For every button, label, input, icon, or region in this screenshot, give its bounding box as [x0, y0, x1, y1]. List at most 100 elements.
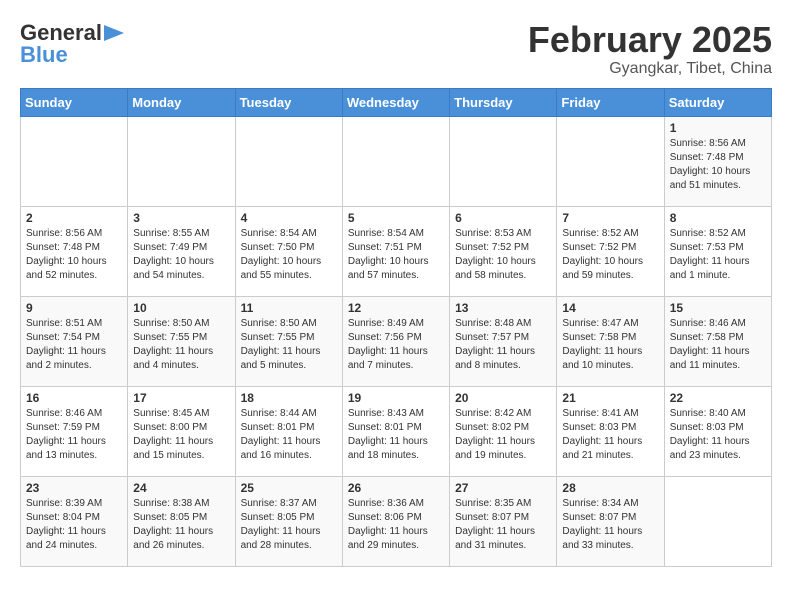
day-info: Sunrise: 8:47 AM Sunset: 7:58 PM Dayligh… [562, 317, 658, 373]
month-title: February 2025 [528, 20, 772, 60]
day-info: Sunrise: 8:34 AM Sunset: 8:07 PM Dayligh… [562, 497, 658, 553]
calendar-cell: 27 Sunrise: 8:35 AM Sunset: 8:07 PM Dayli… [450, 476, 557, 566]
calendar-cell [557, 116, 664, 206]
calendar-cell: 2 Sunrise: 8:56 AM Sunset: 7:48 PM Daylig… [21, 206, 128, 296]
day-number: 6 [455, 211, 551, 225]
calendar-cell: 23 Sunrise: 8:39 AM Sunset: 8:04 PM Dayli… [21, 476, 128, 566]
weekday-header-tuesday: Tuesday [235, 88, 342, 116]
day-number: 3 [133, 211, 229, 225]
weekday-header-row: SundayMondayTuesdayWednesdayThursdayFrid… [21, 88, 772, 116]
calendar-week-5: 23 Sunrise: 8:39 AM Sunset: 8:04 PM Dayli… [21, 476, 772, 566]
day-info: Sunrise: 8:35 AM Sunset: 8:07 PM Dayligh… [455, 497, 551, 553]
calendar-table: SundayMondayTuesdayWednesdayThursdayFrid… [20, 88, 772, 567]
calendar-cell: 7 Sunrise: 8:52 AM Sunset: 7:52 PM Daylig… [557, 206, 664, 296]
day-number: 19 [348, 391, 444, 405]
calendar-cell: 22 Sunrise: 8:40 AM Sunset: 8:03 PM Dayli… [664, 386, 771, 476]
calendar-cell: 1 Sunrise: 8:56 AM Sunset: 7:48 PM Daylig… [664, 116, 771, 206]
calendar-cell: 28 Sunrise: 8:34 AM Sunset: 8:07 PM Dayli… [557, 476, 664, 566]
calendar-cell: 17 Sunrise: 8:45 AM Sunset: 8:00 PM Dayli… [128, 386, 235, 476]
calendar-cell: 15 Sunrise: 8:46 AM Sunset: 7:58 PM Dayli… [664, 296, 771, 386]
calendar-week-3: 9Sunrise: 8:51 AM Sunset: 7:54 PM Daylig… [21, 296, 772, 386]
calendar-cell: 20 Sunrise: 8:42 AM Sunset: 8:02 PM Dayli… [450, 386, 557, 476]
day-number: 17 [133, 391, 229, 405]
day-number: 12 [348, 301, 444, 315]
calendar-cell [235, 116, 342, 206]
day-info: Sunrise: 8:51 AM Sunset: 7:54 PM Dayligh… [26, 317, 122, 373]
day-number: 5 [348, 211, 444, 225]
calendar-cell: 24 Sunrise: 8:38 AM Sunset: 8:05 PM Dayli… [128, 476, 235, 566]
calendar-cell [342, 116, 449, 206]
day-info: Sunrise: 8:49 AM Sunset: 7:56 PM Dayligh… [348, 317, 444, 373]
calendar-cell: 9Sunrise: 8:51 AM Sunset: 7:54 PM Daylig… [21, 296, 128, 386]
day-number: 20 [455, 391, 551, 405]
calendar-cell [21, 116, 128, 206]
day-number: 8 [670, 211, 766, 225]
day-info: Sunrise: 8:38 AM Sunset: 8:05 PM Dayligh… [133, 497, 229, 553]
day-info: Sunrise: 8:50 AM Sunset: 7:55 PM Dayligh… [133, 317, 229, 373]
calendar-week-4: 16 Sunrise: 8:46 AM Sunset: 7:59 PM Dayli… [21, 386, 772, 476]
day-info: Sunrise: 8:56 AM Sunset: 7:48 PM Dayligh… [26, 227, 122, 283]
calendar-cell: 14 Sunrise: 8:47 AM Sunset: 7:58 PM Dayli… [557, 296, 664, 386]
day-info: Sunrise: 8:45 AM Sunset: 8:00 PM Dayligh… [133, 407, 229, 463]
logo-arrow-icon [104, 25, 124, 41]
day-info: Sunrise: 8:46 AM Sunset: 7:58 PM Dayligh… [670, 317, 766, 373]
day-info: Sunrise: 8:52 AM Sunset: 7:53 PM Dayligh… [670, 227, 766, 283]
title-block: February 2025 Gyangkar, Tibet, China [528, 20, 772, 78]
calendar-cell: 19 Sunrise: 8:43 AM Sunset: 8:01 PM Dayli… [342, 386, 449, 476]
day-info: Sunrise: 8:39 AM Sunset: 8:04 PM Dayligh… [26, 497, 122, 553]
weekday-header-wednesday: Wednesday [342, 88, 449, 116]
weekday-header-friday: Friday [557, 88, 664, 116]
day-info: Sunrise: 8:44 AM Sunset: 8:01 PM Dayligh… [241, 407, 337, 463]
day-info: Sunrise: 8:56 AM Sunset: 7:48 PM Dayligh… [670, 137, 766, 193]
calendar-cell: 21Sunrise: 8:41 AM Sunset: 8:03 PM Dayli… [557, 386, 664, 476]
calendar-cell [664, 476, 771, 566]
day-number: 25 [241, 481, 337, 495]
calendar-cell: 13Sunrise: 8:48 AM Sunset: 7:57 PM Dayli… [450, 296, 557, 386]
day-number: 26 [348, 481, 444, 495]
calendar-cell: 25 Sunrise: 8:37 AM Sunset: 8:05 PM Dayli… [235, 476, 342, 566]
day-info: Sunrise: 8:46 AM Sunset: 7:59 PM Dayligh… [26, 407, 122, 463]
calendar-cell: 3 Sunrise: 8:55 AM Sunset: 7:49 PM Daylig… [128, 206, 235, 296]
day-number: 13 [455, 301, 551, 315]
calendar-cell: 8 Sunrise: 8:52 AM Sunset: 7:53 PM Daylig… [664, 206, 771, 296]
calendar-cell: 6 Sunrise: 8:53 AM Sunset: 7:52 PM Daylig… [450, 206, 557, 296]
calendar-week-1: 1 Sunrise: 8:56 AM Sunset: 7:48 PM Daylig… [21, 116, 772, 206]
calendar-cell: 18 Sunrise: 8:44 AM Sunset: 8:01 PM Dayli… [235, 386, 342, 476]
calendar-cell: 16 Sunrise: 8:46 AM Sunset: 7:59 PM Dayli… [21, 386, 128, 476]
logo-text-blue: Blue [20, 42, 68, 68]
day-number: 14 [562, 301, 658, 315]
day-number: 2 [26, 211, 122, 225]
day-number: 27 [455, 481, 551, 495]
day-number: 24 [133, 481, 229, 495]
day-number: 7 [562, 211, 658, 225]
weekday-header-monday: Monday [128, 88, 235, 116]
day-number: 22 [670, 391, 766, 405]
weekday-header-thursday: Thursday [450, 88, 557, 116]
day-number: 10 [133, 301, 229, 315]
day-number: 23 [26, 481, 122, 495]
day-info: Sunrise: 8:52 AM Sunset: 7:52 PM Dayligh… [562, 227, 658, 283]
calendar-cell: 10 Sunrise: 8:50 AM Sunset: 7:55 PM Dayli… [128, 296, 235, 386]
calendar-cell [128, 116, 235, 206]
calendar-cell: 5Sunrise: 8:54 AM Sunset: 7:51 PM Daylig… [342, 206, 449, 296]
day-info: Sunrise: 8:43 AM Sunset: 8:01 PM Dayligh… [348, 407, 444, 463]
day-info: Sunrise: 8:42 AM Sunset: 8:02 PM Dayligh… [455, 407, 551, 463]
calendar-week-2: 2 Sunrise: 8:56 AM Sunset: 7:48 PM Daylig… [21, 206, 772, 296]
day-info: Sunrise: 8:54 AM Sunset: 7:50 PM Dayligh… [241, 227, 337, 283]
day-info: Sunrise: 8:36 AM Sunset: 8:06 PM Dayligh… [348, 497, 444, 553]
calendar-cell: 4 Sunrise: 8:54 AM Sunset: 7:50 PM Daylig… [235, 206, 342, 296]
day-info: Sunrise: 8:40 AM Sunset: 8:03 PM Dayligh… [670, 407, 766, 463]
day-number: 1 [670, 121, 766, 135]
day-number: 15 [670, 301, 766, 315]
calendar-cell [450, 116, 557, 206]
day-info: Sunrise: 8:53 AM Sunset: 7:52 PM Dayligh… [455, 227, 551, 283]
day-number: 16 [26, 391, 122, 405]
day-number: 18 [241, 391, 337, 405]
day-info: Sunrise: 8:41 AM Sunset: 8:03 PM Dayligh… [562, 407, 658, 463]
calendar-body: 1 Sunrise: 8:56 AM Sunset: 7:48 PM Daylig… [21, 116, 772, 566]
day-info: Sunrise: 8:37 AM Sunset: 8:05 PM Dayligh… [241, 497, 337, 553]
day-number: 4 [241, 211, 337, 225]
day-number: 28 [562, 481, 658, 495]
day-info: Sunrise: 8:55 AM Sunset: 7:49 PM Dayligh… [133, 227, 229, 283]
calendar-cell: 12 Sunrise: 8:49 AM Sunset: 7:56 PM Dayli… [342, 296, 449, 386]
